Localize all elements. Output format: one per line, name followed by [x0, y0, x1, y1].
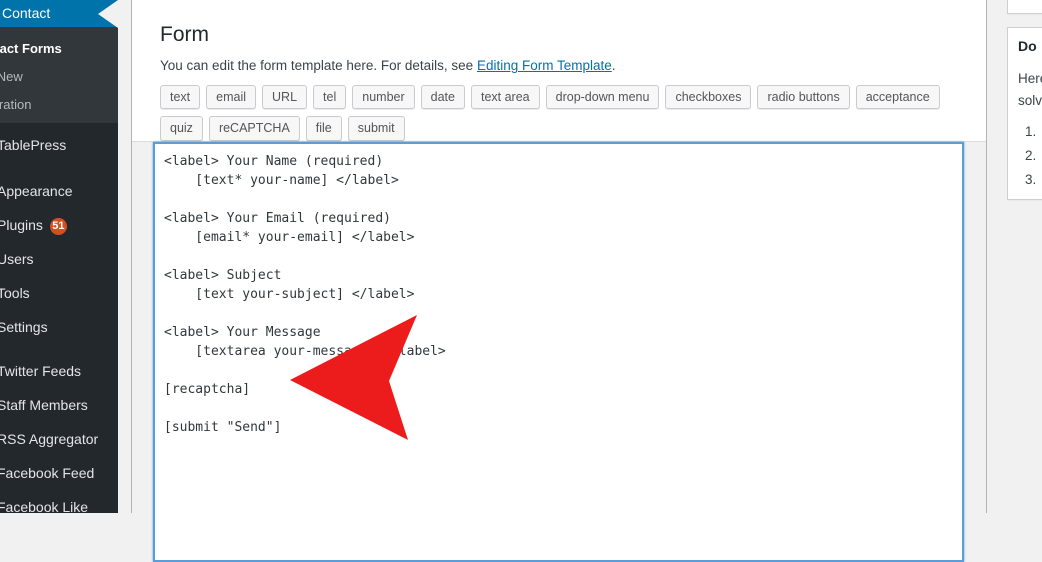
red-annotation-arrow-icon: [290, 315, 417, 440]
contact-submenu: Contact Forms Add New Integration: [0, 27, 118, 123]
help-list-item: 3.: [1025, 172, 1037, 187]
page-title: Form: [160, 23, 209, 46]
tag-button-file[interactable]: file: [305, 116, 342, 141]
red-arrow-shape: [290, 315, 417, 440]
tag-button-quiz[interactable]: quiz: [160, 116, 203, 141]
sidebar-item-facebook-like[interactable]: Facebook Like: [0, 490, 118, 513]
help-list-item: 1.: [1025, 124, 1037, 139]
tag-button-submit[interactable]: submit: [347, 116, 405, 141]
tag-button-email[interactable]: email: [206, 85, 257, 110]
status-metabox-bottom: [1007, 0, 1042, 14]
form-template-textarea[interactable]: <label> Your Name (required) [text* your…: [153, 142, 964, 562]
sidebar-item-integration[interactable]: Integration: [0, 91, 118, 119]
sidebar-item-twitter-feeds[interactable]: Twitter Feeds: [0, 354, 118, 388]
tag-button-tel[interactable]: tel: [313, 85, 347, 110]
sidebar-item-tablepress[interactable]: TablePress: [0, 128, 118, 162]
tag-button-url[interactable]: URL: [262, 85, 308, 110]
help-list-item: 2.: [1025, 148, 1037, 163]
sidebar-item-users[interactable]: Users: [0, 242, 118, 276]
sidebar-item-contact-forms[interactable]: Contact Forms: [0, 35, 118, 63]
form-description: You can edit the form template here. For…: [160, 58, 616, 74]
tag-button-date[interactable]: date: [420, 85, 465, 110]
tag-generator-toolbar: text email URL tel number date text area…: [160, 85, 950, 141]
tag-button-drop-down-menu[interactable]: drop-down menu: [545, 85, 660, 110]
tag-button-radio-buttons[interactable]: radio buttons: [757, 85, 850, 110]
selected-menu-arrow-icon: [98, 0, 118, 28]
tag-button-text-area[interactable]: text area: [470, 85, 540, 110]
tag-button-checkboxes[interactable]: checkboxes: [665, 85, 752, 110]
tag-button-acceptance[interactable]: acceptance: [855, 85, 940, 110]
help-panel-text: Here solve: [1018, 71, 1042, 108]
sidebar-item-tools[interactable]: Tools: [0, 276, 118, 310]
tag-button-recaptcha[interactable]: reCAPTCHA: [208, 116, 300, 141]
menu-separator: [0, 344, 118, 354]
sidebar-item-settings[interactable]: Settings: [0, 310, 118, 344]
tag-button-number[interactable]: number: [352, 85, 415, 110]
sidebar-item-add-new[interactable]: Add New: [0, 63, 118, 91]
menu-separator: [0, 162, 118, 174]
editing-form-template-link[interactable]: Editing Form Template: [477, 58, 612, 73]
help-panel-title: Do: [1018, 38, 1037, 54]
form-editor-column: Form You can edit the form template here…: [131, 0, 987, 562]
plugins-update-count-badge: 51: [49, 218, 67, 235]
sidebar-item-contact-label: Contact: [2, 5, 51, 21]
help-panel: Do Here solve 1. 2. 3.: [1007, 27, 1042, 200]
wordpress-admin-page: { "sidebar": { "active_item": { "label":…: [0, 0, 1042, 562]
form-panel-header: Form You can edit the form template here…: [132, 0, 986, 142]
sidebar-item-staff-members[interactable]: Staff Members: [0, 388, 118, 422]
sidebar-item-plugins[interactable]: Plugins 51: [0, 208, 118, 242]
admin-sidebar: Contact Contact Forms Add New Integratio…: [0, 0, 118, 513]
tag-button-text[interactable]: text: [160, 85, 201, 110]
sidebar-item-contact[interactable]: Contact: [0, 0, 118, 28]
sidebar-item-rss-aggregator[interactable]: RSS Aggregator: [0, 422, 118, 456]
sidebar-item-appearance[interactable]: Appearance: [0, 174, 118, 208]
sidebar-item-facebook-feed[interactable]: Facebook Feed: [0, 456, 118, 490]
help-panel-list: 1. 2. 3.: [1018, 120, 1042, 192]
